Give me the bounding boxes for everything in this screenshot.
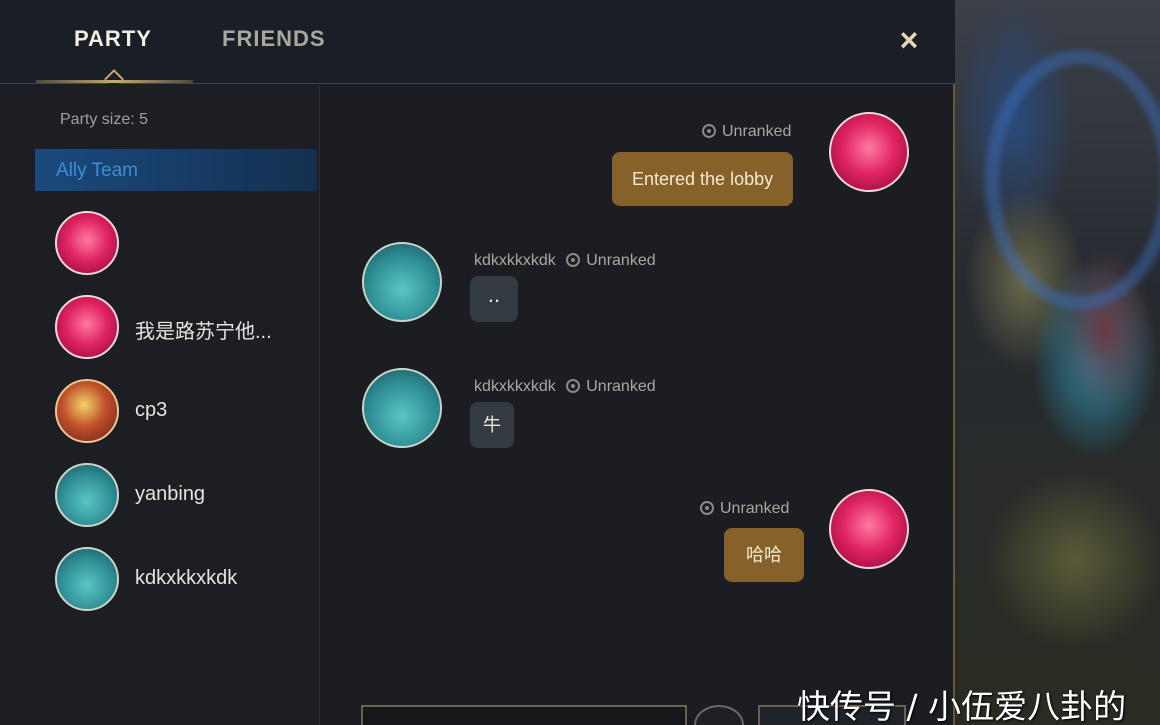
heart-avatar	[829, 112, 909, 192]
party-member[interactable]: yanbing	[55, 463, 315, 527]
party-member[interactable]: 我是路苏宁他...	[55, 295, 315, 359]
member-name: 我是路苏宁他...	[135, 321, 272, 343]
social-panel: PARTY FRIENDS × Party size: 5 Ally Team …	[0, 0, 955, 725]
sender-name: kdkxkkxkdk	[474, 378, 556, 395]
tab-friends[interactable]: FRIENDS	[222, 26, 326, 52]
heart-avatar	[829, 489, 909, 569]
party-member[interactable]: cp3	[55, 379, 315, 443]
party-member[interactable]: kdkxkkxkdk	[55, 547, 315, 611]
game-background-glow	[985, 50, 1160, 310]
poro-avatar	[55, 463, 119, 527]
message-meta: kdkxkkxkdk Unranked	[474, 252, 656, 269]
panel-header: PARTY FRIENDS ×	[0, 0, 955, 89]
member-name: cp3	[135, 399, 168, 421]
message-meta: Unranked	[700, 500, 789, 518]
queue-ring-icon	[702, 124, 716, 138]
my-message-bubble: 哈哈	[724, 528, 804, 582]
watermark: 快传号 / 小伍爱八卦的	[797, 687, 1127, 725]
poro-avatar	[362, 242, 442, 322]
member-name: kdkxkkxkdk	[135, 567, 238, 589]
queue-ring-icon	[566, 253, 581, 267]
poro-avatar	[362, 368, 442, 448]
message-meta: Unranked	[702, 123, 791, 141]
tab-party[interactable]: PARTY	[74, 26, 152, 52]
ally-team-label: Ally Team	[56, 160, 139, 181]
my-message-bubble: Entered the lobby	[612, 152, 794, 206]
sender-name: kdkxkkxkdk	[474, 252, 556, 269]
queue-ring-icon	[566, 379, 581, 393]
party-sidebar: Party size: 5 Ally Team 我是路苏宁他... cp3 ya…	[0, 85, 320, 725]
their-message-bubble: ..	[470, 276, 518, 322]
member-name: yanbing	[135, 483, 206, 505]
party-member[interactable]	[55, 211, 315, 275]
heart-avatar	[55, 295, 119, 359]
their-message-bubble: 牛	[470, 402, 514, 448]
active-tab-underline	[36, 80, 193, 83]
queue-ring-icon	[700, 501, 714, 515]
heart-avatar	[55, 211, 119, 275]
ally-team-header: Ally Team	[35, 149, 317, 191]
message-meta: kdkxkkxkdk Unranked	[474, 378, 656, 395]
close-icon[interactable]: ×	[893, 24, 925, 56]
party-size-label: Party size: 5	[60, 111, 149, 128]
cp3-avatar	[55, 379, 119, 443]
chat-input[interactable]	[361, 705, 687, 725]
poro-avatar	[55, 547, 119, 611]
